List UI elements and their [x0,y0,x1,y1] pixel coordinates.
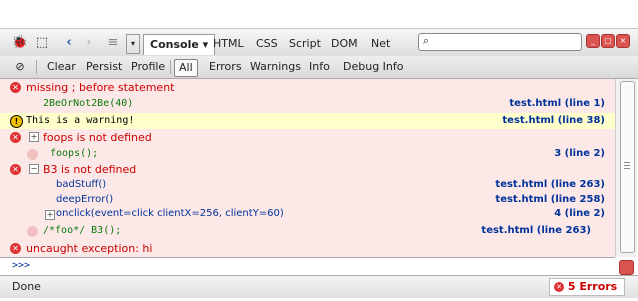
source-code: 2BeOrNot2Be(40) [43,98,134,109]
filter-all-button[interactable]: All [174,59,198,77]
source-link[interactable]: 3 (line 2) [554,148,605,159]
detach-icon[interactable]: ▢ [601,34,615,48]
minimize-icon[interactable]: _ [586,34,600,48]
command-editor-toggle-icon[interactable] [619,260,634,275]
grip-line [624,162,630,163]
inspect-icon[interactable]: ⬚ [33,34,51,52]
back-icon[interactable]: ‹ [60,34,78,52]
error-icon: ✕ [554,282,564,292]
error-dim-icon [27,226,38,237]
filter-info-button[interactable]: Info [305,59,334,75]
source-link[interactable]: 4 (line 2) [554,208,605,219]
expand-icon[interactable]: + [29,132,39,142]
firebug-toolbar: 🐞 ⬚ ‹ › ≡ ▾ Console ▾ HTML CSS Script DO… [0,29,638,57]
tab-console-label: Console [150,38,199,51]
clear-button[interactable]: Clear [43,59,80,75]
scrollbar-thumb[interactable] [620,81,635,253]
log-entry-error[interactable]: ✕ missing ; before statement 2BeOrNot2Be… [0,79,615,114]
error-icon: ✕ [10,243,21,254]
search-input[interactable]: ⌕ [418,33,582,51]
error-message: B3 is not defined [43,163,137,176]
error-icon: ✕ [10,82,21,93]
status-text: Done [12,280,41,293]
source-link[interactable]: test.html (line 1) [509,98,605,109]
firebug-icon[interactable]: 🐞 [11,34,29,52]
stack-frame[interactable]: deepError() [56,194,113,205]
console-log: ✕ missing ; before statement 2BeOrNot2Be… [0,79,615,257]
dropdown-arrow-icon[interactable]: ▾ [126,34,140,54]
tab-net[interactable]: Net [371,34,390,54]
error-message: foops is not defined [43,131,152,144]
stack-frame[interactable]: onclick(event=click clientX=256, clientY… [56,208,284,219]
source-link[interactable]: test.html (line 263) [495,179,605,190]
error-icon: ✕ [10,164,21,175]
stack-frame[interactable]: badStuff() [56,179,106,190]
clear-console-icon[interactable]: ⊘ [11,58,29,76]
forward-icon[interactable]: › [80,34,98,52]
tab-css[interactable]: CSS [256,34,278,54]
source-code: foops(); [50,148,99,159]
close-icon[interactable]: × [616,34,630,48]
grip-line [624,165,630,166]
tab-script[interactable]: Script [289,34,321,54]
separator [170,60,171,74]
log-entry-error[interactable]: ✕ uncaught exception: hi [0,241,615,257]
browser-content-area [0,0,638,29]
source-link[interactable]: test.html (line 38) [502,115,605,126]
firebug-window: 🐞 ⬚ ‹ › ≡ ▾ Console ▾ HTML CSS Script DO… [0,0,638,301]
log-entry-warning[interactable]: ! This is a warning! test.html (line 38) [0,113,615,130]
error-count-label: 5 Errors [567,280,618,293]
profile-button[interactable]: Profile [127,59,169,75]
filter-debug-info-button[interactable]: Debug Info [339,59,408,75]
error-message: uncaught exception: hi [26,242,153,255]
error-dim-icon [27,149,38,160]
tab-console[interactable]: Console ▾ [143,34,216,55]
chevron-down-icon: ▾ [202,38,209,51]
collapse-icon[interactable]: − [29,164,39,174]
error-icon: ✕ [10,132,21,143]
separator [36,60,37,74]
expand-icon[interactable]: + [45,210,55,220]
log-entry-error[interactable]: ✕ + foops is not defined foops(); 3 (lin… [0,129,615,162]
warning-icon: ! [10,115,23,128]
source-code: /*foo*/ B3(); [43,225,122,236]
command-line[interactable]: >>> [0,257,615,276]
search-icon: ⌕ [423,34,430,47]
persist-button[interactable]: Persist [82,59,126,75]
filter-errors-button[interactable]: Errors [205,59,246,75]
log-entry-error[interactable]: ✕ − B3 is not defined badStuff() test.ht… [0,161,615,242]
command-prompt: >>> [12,260,31,271]
tab-dom[interactable]: DOM [331,34,358,54]
console-filter-bar: ⊘ Clear Persist Profile All Errors Warni… [0,56,638,79]
filter-warnings-button[interactable]: Warnings [246,59,305,75]
warning-message: This is a warning! [26,115,135,126]
error-count-badge[interactable]: ✕ 5 Errors [549,278,625,296]
error-message: missing ; before statement [26,81,175,94]
status-bar: Done ✕ 5 Errors [0,275,638,298]
menu-icon[interactable]: ≡ [104,34,122,52]
source-link[interactable]: test.html (line 263) [481,225,591,236]
grip-line [624,168,630,169]
tab-html[interactable]: HTML [213,34,244,54]
source-link[interactable]: test.html (line 258) [495,194,605,205]
log-scrollbar[interactable] [615,79,637,257]
